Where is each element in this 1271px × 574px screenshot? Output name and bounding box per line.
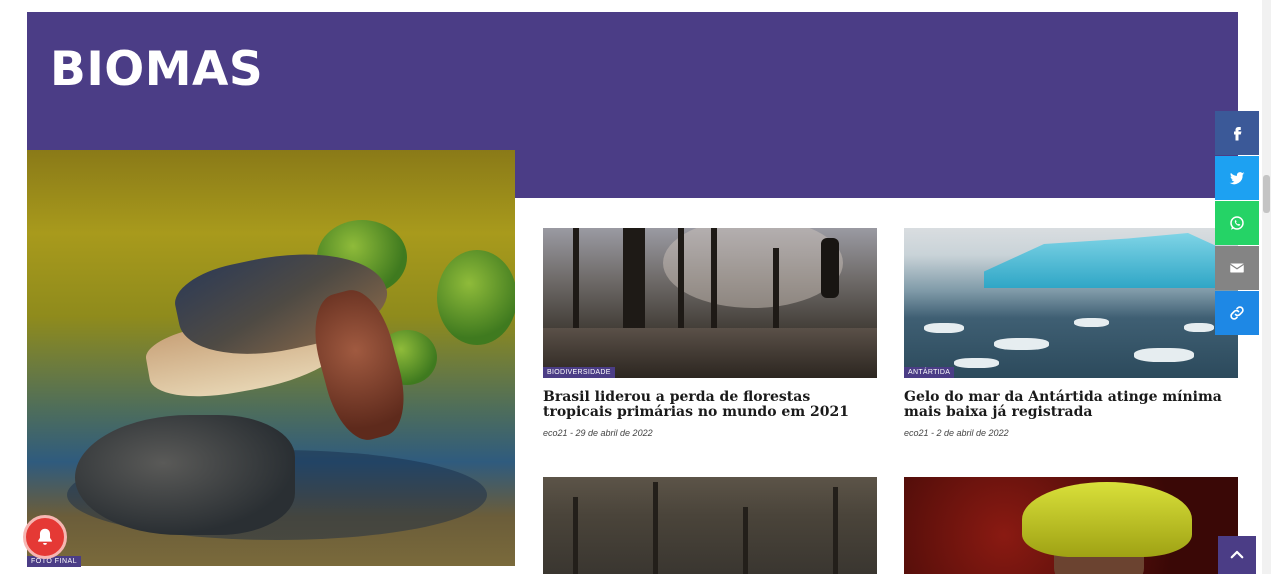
article-card[interactable] — [543, 477, 877, 574]
facebook-icon — [1234, 127, 1242, 141]
link-icon — [1230, 306, 1244, 320]
article-thumbnail[interactable]: BIODIVERSIDADE — [543, 228, 877, 378]
featured-category-badge[interactable]: FOTO FINAL — [27, 556, 82, 567]
featured-article-image[interactable] — [27, 150, 515, 566]
page-title: BIOMAS — [50, 42, 264, 97]
copy-link-button[interactable] — [1215, 291, 1259, 335]
article-title[interactable]: Gelo do mar da Antártida atinge mínima m… — [904, 390, 1238, 420]
twitter-icon — [1229, 172, 1245, 185]
share-email-button[interactable] — [1215, 246, 1259, 290]
article-card[interactable]: ANTÁRTIDA Gelo do mar da Antártida ating… — [904, 228, 1238, 438]
article-thumbnail[interactable]: ANTÁRTIDA — [904, 228, 1238, 378]
chevron-up-icon — [1230, 550, 1244, 559]
bell-icon — [38, 528, 52, 545]
notification-bell-button[interactable] — [23, 515, 67, 559]
category-badge[interactable]: ANTÁRTIDA — [904, 367, 955, 378]
scrollbar-track[interactable] — [1262, 0, 1271, 574]
share-twitter-button[interactable] — [1215, 156, 1259, 200]
article-thumbnail[interactable] — [543, 477, 877, 574]
share-facebook-button[interactable] — [1215, 111, 1259, 155]
whatsapp-icon — [1230, 216, 1244, 230]
article-thumbnail[interactable] — [904, 477, 1238, 574]
back-to-top-button[interactable] — [1218, 536, 1256, 574]
email-icon — [1229, 263, 1245, 273]
article-meta: eco21 - 29 de abril de 2022 — [543, 428, 653, 438]
article-meta: eco21 - 2 de abril de 2022 — [904, 428, 1009, 438]
share-whatsapp-button[interactable] — [1215, 201, 1259, 245]
category-badge[interactable]: BIODIVERSIDADE — [543, 367, 615, 378]
article-title[interactable]: Brasil liderou a perda de florestas trop… — [543, 390, 877, 420]
scrollbar-thumb[interactable] — [1263, 175, 1270, 213]
article-card[interactable] — [904, 477, 1238, 574]
article-card[interactable]: BIODIVERSIDADE Brasil liderou a perda de… — [543, 228, 877, 438]
